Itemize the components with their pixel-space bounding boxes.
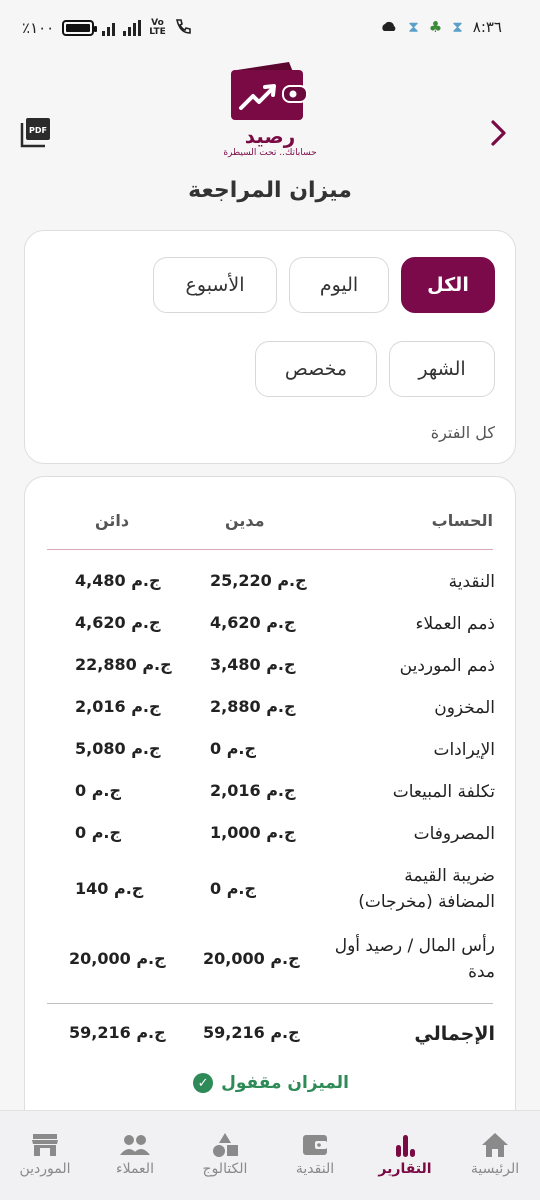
- filter-chip-today[interactable]: اليوم: [289, 257, 389, 313]
- trial-balance-card: الحساب مدين دائن النقدية 25,220 ج.م 4,48…: [24, 476, 516, 1136]
- signal-icon: [102, 20, 116, 36]
- nav-item-reports[interactable]: التقارير: [360, 1129, 450, 1177]
- header-account: الحساب: [431, 511, 493, 530]
- customers-icon: [90, 1129, 180, 1161]
- notification-icon-2: ⧗: [452, 18, 463, 36]
- credit-value: 4,620 ج.م: [75, 613, 161, 632]
- credit-value: 0 ج.م: [75, 781, 122, 800]
- pdf-icon: PDF: [20, 118, 50, 148]
- total-label: الإجمالي: [414, 1023, 495, 1045]
- check-circle-icon: ✓: [193, 1073, 214, 1093]
- account-name: المصروفات: [413, 824, 495, 844]
- nav-label: التقارير: [378, 1161, 432, 1177]
- header-credit: دائن: [95, 511, 130, 530]
- cloud-icon: [380, 18, 398, 36]
- nav-item-suppliers[interactable]: الموردين: [0, 1129, 90, 1177]
- page-title: ميزان المراجعة: [188, 178, 352, 203]
- status-left: ٪١٠٠ Vo LTE: [22, 18, 192, 38]
- account-name: النقدية: [448, 572, 495, 592]
- period-filter-card: الكل اليوم الأسبوع الشهر مخصص كل الفترة: [24, 230, 516, 464]
- filter-chip-all[interactable]: الكل: [401, 257, 495, 313]
- selected-period-label: كل الفترة: [430, 423, 495, 442]
- debit-value: 0 ج.م: [210, 739, 257, 758]
- debit-value: 20,000 ج.م: [203, 949, 300, 968]
- debit-value: 25,220 ج.م: [210, 571, 307, 590]
- chevron-right-icon: [491, 120, 506, 146]
- reports-icon: [360, 1129, 450, 1161]
- wallet-logo-icon: [231, 62, 308, 120]
- logo-name: رصيد: [244, 124, 296, 148]
- volte-icon: Vo LTE: [149, 18, 166, 37]
- bottom-nav: الرئيسية التقارير النقدية الكتالوج العمل…: [0, 1110, 540, 1200]
- balance-status: الميزان مقفول ✓: [25, 1073, 517, 1093]
- nav-item-catalog[interactable]: الكتالوج: [180, 1129, 270, 1177]
- credit-value: 2,016 ج.م: [75, 697, 161, 716]
- signal-icon-2: [123, 20, 142, 36]
- credit-value: 20,000 ج.م: [69, 949, 166, 968]
- total-divider: [47, 1003, 493, 1004]
- account-name: الإيرادات: [433, 740, 495, 760]
- credit-value: 5,080 ج.م: [75, 739, 161, 758]
- filter-chip-month[interactable]: الشهر: [389, 341, 495, 397]
- suppliers-icon: [0, 1129, 90, 1161]
- credit-value: 0 ج.م: [75, 823, 122, 842]
- balance-status-text: الميزان مقفول: [221, 1073, 349, 1093]
- account-name-line2: مدة: [468, 962, 495, 982]
- debit-value: 4,620 ج.م: [210, 613, 296, 632]
- credit-value: 4,480 ج.م: [75, 571, 161, 590]
- filter-chip-custom[interactable]: مخصص: [255, 341, 377, 397]
- wallet-icon: [270, 1129, 360, 1161]
- debit-value: 2,016 ج.م: [210, 781, 296, 800]
- credit-value: 140 ج.م: [75, 879, 144, 898]
- pdf-export-button[interactable]: PDF: [20, 118, 52, 148]
- notification-icon: ⧗: [408, 18, 419, 36]
- nav-label: الرئيسية: [470, 1161, 520, 1177]
- nav-item-home[interactable]: الرئيسية: [450, 1129, 540, 1177]
- wifi-call-icon: [174, 18, 192, 38]
- credit-value: 22,880 ج.م: [75, 655, 172, 674]
- debit-value: 3,480 ج.م: [210, 655, 296, 674]
- home-icon: [450, 1129, 540, 1161]
- status-right: ⧗ ♣ ⧗ ٨:٣٦: [380, 18, 502, 36]
- header-divider: [47, 549, 493, 550]
- filter-chip-week[interactable]: الأسبوع: [153, 257, 277, 313]
- app-logo: رصيد حساباتك.. تحت السيطرة: [210, 60, 330, 158]
- total-debit: 59,216 ج.م: [203, 1023, 300, 1042]
- logo-tagline: حساباتك.. تحت السيطرة: [223, 148, 317, 158]
- nav-label: الكتالوج: [202, 1161, 248, 1177]
- nav-label: النقدية: [295, 1161, 335, 1177]
- account-name-line1: رأس المال / رصيد أول: [334, 936, 495, 956]
- header-debit: مدين: [225, 511, 265, 530]
- nav-item-customers[interactable]: العملاء: [90, 1129, 180, 1177]
- battery-icon: [62, 20, 98, 36]
- nav-label: العملاء: [116, 1161, 154, 1177]
- debit-value: 0 ج.م: [210, 879, 257, 898]
- account-name-line2: المضافة (مخرجات): [358, 892, 495, 912]
- account-name: المخزون: [434, 698, 495, 718]
- status-bar: ٪١٠٠ Vo LTE ⧗ ♣ ⧗ ٨:٣٦: [0, 0, 540, 56]
- svg-text:PDF: PDF: [29, 126, 47, 135]
- catalog-icon: [180, 1129, 270, 1161]
- header: PDF رصيد حساباتك.. تحت السيطرة ميزان الم…: [0, 56, 540, 216]
- battery-percent: ٪١٠٠: [22, 19, 55, 37]
- debit-value: 2,880 ج.م: [210, 697, 296, 716]
- back-button[interactable]: [486, 118, 510, 148]
- total-credit: 59,216 ج.م: [69, 1023, 166, 1042]
- nav-item-cash[interactable]: النقدية: [270, 1129, 360, 1177]
- account-name: ذمم العملاء: [415, 614, 495, 634]
- clock-time: ٨:٣٦: [472, 18, 502, 36]
- account-name: رأس المال / رصيد أول مدة: [335, 933, 495, 985]
- debit-value: 1,000 ج.م: [210, 823, 296, 842]
- account-name: ضريبة القيمة المضافة (مخرجات): [358, 863, 495, 915]
- account-name: تكلفة المبيعات: [392, 782, 495, 802]
- nav-label: الموردين: [19, 1161, 71, 1177]
- app-icon: ♣: [428, 18, 443, 36]
- account-name: ذمم الموردين: [399, 656, 495, 676]
- account-name-line1: ضريبة القيمة: [404, 866, 495, 886]
